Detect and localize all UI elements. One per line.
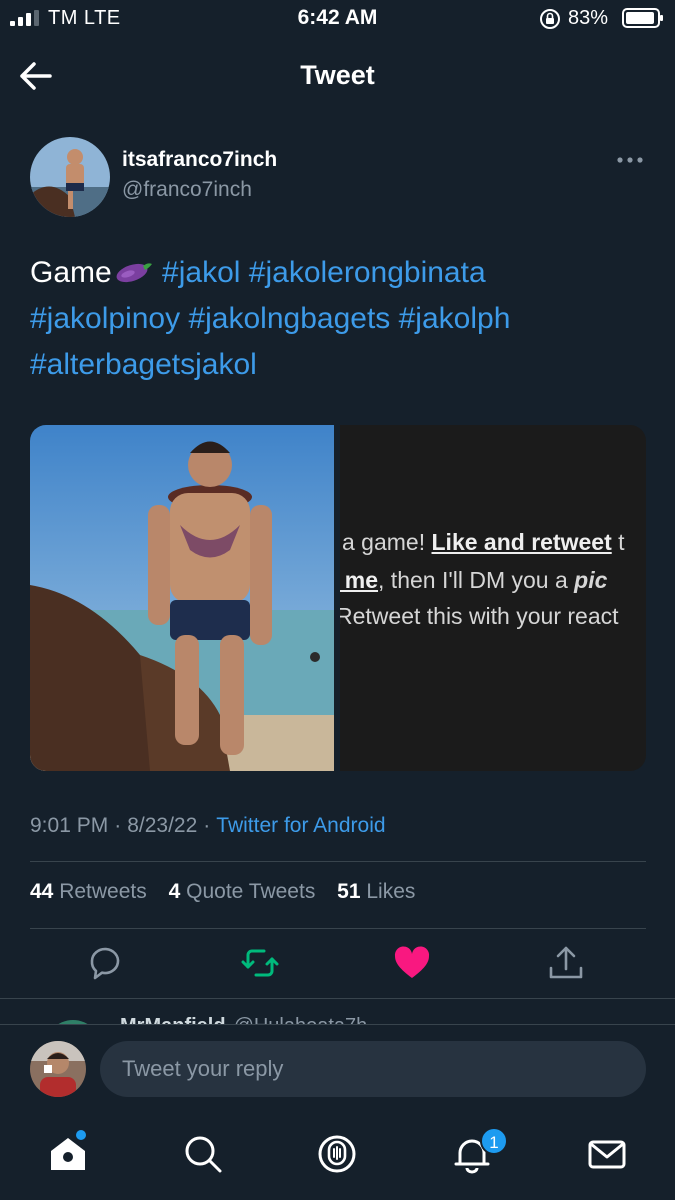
spaces-icon[interactable] (315, 1132, 359, 1176)
author-name[interactable]: itsafranco7inch (122, 148, 277, 172)
tweet-source-link[interactable]: Twitter for Android (216, 814, 385, 837)
like-heart-icon[interactable] (392, 943, 432, 983)
hashtag-link[interactable]: #jakol (162, 256, 240, 289)
screenshot-line-part: Like and retweet (431, 529, 612, 555)
reply-author: MrManfield @Hulahoata7h (120, 1015, 367, 1024)
reply-author-name: MrManfield (120, 1015, 226, 1024)
my-avatar[interactable] (30, 1041, 86, 1097)
tweet-meta: 9:01 PM · 8/23/22 · Twitter for Android (30, 814, 386, 838)
eggplant-emoji-icon (116, 263, 152, 283)
screenshot-line-part: t (611, 529, 625, 555)
retweets-count: 44 (30, 880, 54, 903)
hashtag-link[interactable]: #jakolngbagets (188, 302, 390, 335)
retweets-label: Retweets (59, 880, 147, 903)
battery-percent: 83% (568, 7, 609, 29)
messages-envelope-icon[interactable] (585, 1132, 629, 1176)
hashtag-link[interactable]: #jakolpinoy (30, 302, 180, 335)
hashtag-link[interactable]: #alterbagetsjakol (30, 348, 257, 381)
battery-icon (622, 8, 663, 28)
notifications-badge: 1 (480, 1127, 508, 1155)
screenshot-line-part: / me (340, 567, 379, 593)
meta-separator: · (114, 814, 122, 837)
tweet-stats: 44 Retweets 4 Quote Tweets 51 Likes (30, 880, 431, 904)
tweet-date: 8/23/22 (127, 814, 198, 837)
tweet-text-prefix: Game (30, 256, 112, 289)
meta-separator: · (203, 814, 211, 837)
retweet-icon[interactable] (240, 943, 280, 983)
screenshot-line-part: Retweet this with your react (340, 603, 619, 629)
screenshot-line: / me, then I'll DM you a pic (340, 567, 607, 594)
author-handle[interactable]: @franco7inch (122, 178, 252, 202)
likes-count: 51 (337, 880, 361, 903)
reply-input[interactable] (100, 1041, 646, 1097)
divider (30, 861, 646, 862)
likes-label: Likes (366, 880, 416, 903)
retweets-stat[interactable]: 44 Retweets (30, 880, 147, 903)
hashtag-link[interactable]: #jakolph (399, 302, 511, 335)
status-bar: TM LTE 6:42 AM 83% (0, 0, 675, 40)
divider (30, 928, 646, 929)
rotation-lock-icon (540, 9, 560, 29)
tweet-time: 9:01 PM (30, 814, 109, 837)
media-photo[interactable] (30, 425, 334, 771)
bottom-tab-bar: 1 (0, 1114, 675, 1200)
author-avatar[interactable] (30, 137, 110, 217)
media-grid: a game! Like and retweet t / me, then I'… (30, 425, 646, 771)
reply-author-handle: @Hulahoata7h (234, 1015, 368, 1024)
share-icon[interactable] (546, 943, 586, 983)
quote-tweets-count: 4 (168, 880, 181, 903)
quote-tweets-stat[interactable]: 4 Quote Tweets (169, 880, 316, 903)
tweet-text: Game #jakol #jakolerongbinata #jakolpino… (30, 250, 650, 388)
reply-icon[interactable] (86, 943, 126, 983)
screenshot-line-part: , then I'll DM you a (378, 567, 575, 593)
header: Tweet (0, 40, 675, 120)
screenshot-line-part: a game! (342, 529, 432, 555)
screenshot-line: a game! Like and retweet t (342, 529, 625, 556)
quote-tweets-label: Quote Tweets (186, 880, 316, 903)
page-title: Tweet (300, 60, 375, 90)
divider (0, 998, 675, 999)
hashtag-link[interactable]: #jakolerongbinata (249, 256, 486, 289)
likes-stat[interactable]: 51 Likes (337, 880, 415, 903)
screenshot-line-part: pic (574, 567, 608, 593)
next-reply-peek: MrManfield @Hulahoata7h (0, 1000, 675, 1024)
search-icon[interactable] (181, 1132, 225, 1176)
home-new-dot (76, 1130, 86, 1140)
media-screenshot[interactable]: a game! Like and retweet t / me, then I'… (340, 425, 646, 771)
more-options-icon[interactable] (612, 148, 648, 172)
screenshot-line: Retweet this with your react (340, 603, 619, 630)
reply-bar (0, 1024, 675, 1114)
